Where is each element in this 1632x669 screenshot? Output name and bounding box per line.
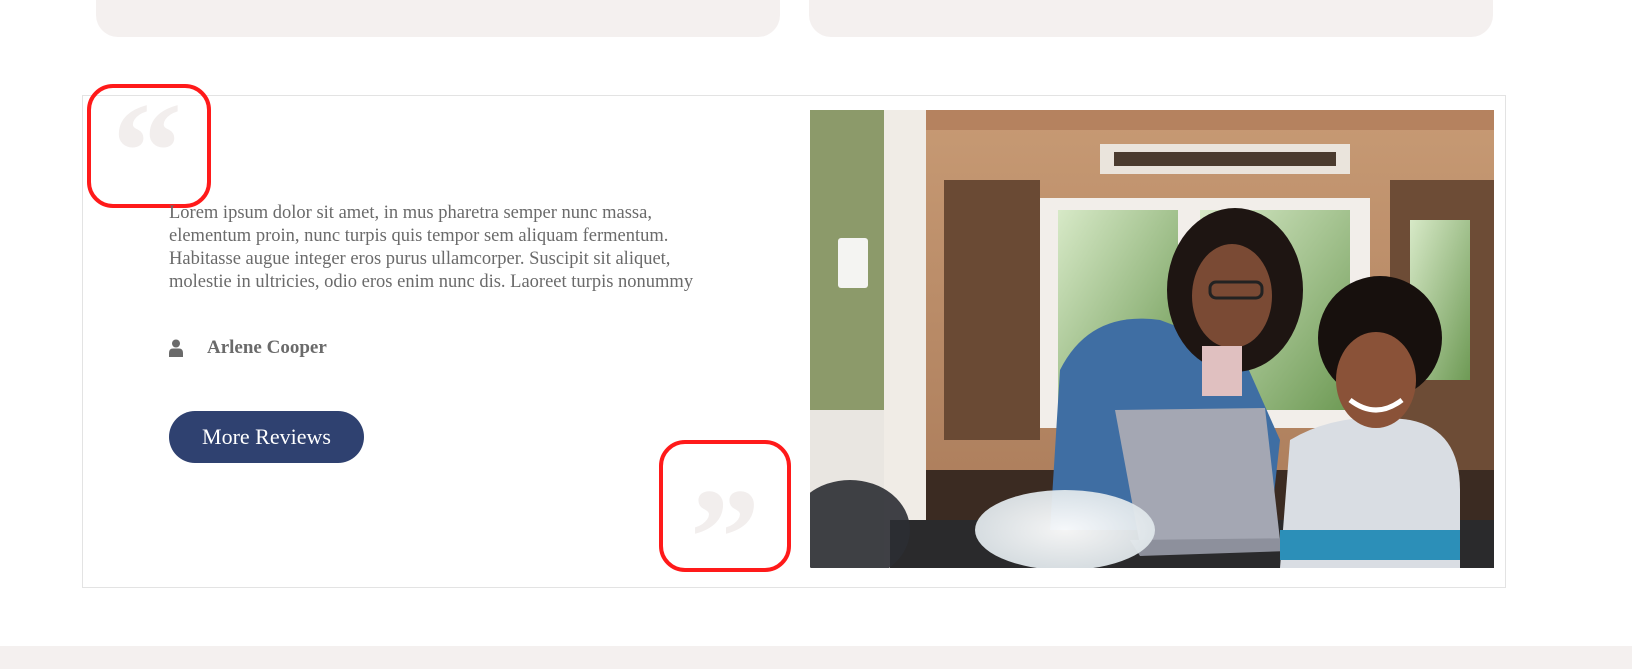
testimonial-card: “ Lorem ipsum dolor sit amet, in mus pha… xyxy=(82,84,1506,588)
review-text: Lorem ipsum dolor sit amet, in mus phare… xyxy=(169,203,694,292)
user-icon xyxy=(169,339,183,357)
top-card-right xyxy=(809,0,1493,37)
svg-text:”: ” xyxy=(690,460,760,568)
author-name: Arlene Cooper xyxy=(207,337,327,358)
top-card-left xyxy=(96,0,780,37)
testimonial-photo xyxy=(810,110,1494,568)
close-quote-highlight: ” xyxy=(659,440,791,572)
open-quote-icon: “ xyxy=(112,88,182,204)
svg-text:“: “ xyxy=(112,88,182,204)
close-quote-icon: ” xyxy=(690,460,760,568)
photo-women-laptop-icon xyxy=(810,110,1494,568)
open-quote-highlight: “ xyxy=(87,84,211,208)
review-author: Arlene Cooper xyxy=(169,336,327,360)
more-reviews-button[interactable]: More Reviews xyxy=(169,411,364,463)
footer-strip xyxy=(0,646,1632,669)
